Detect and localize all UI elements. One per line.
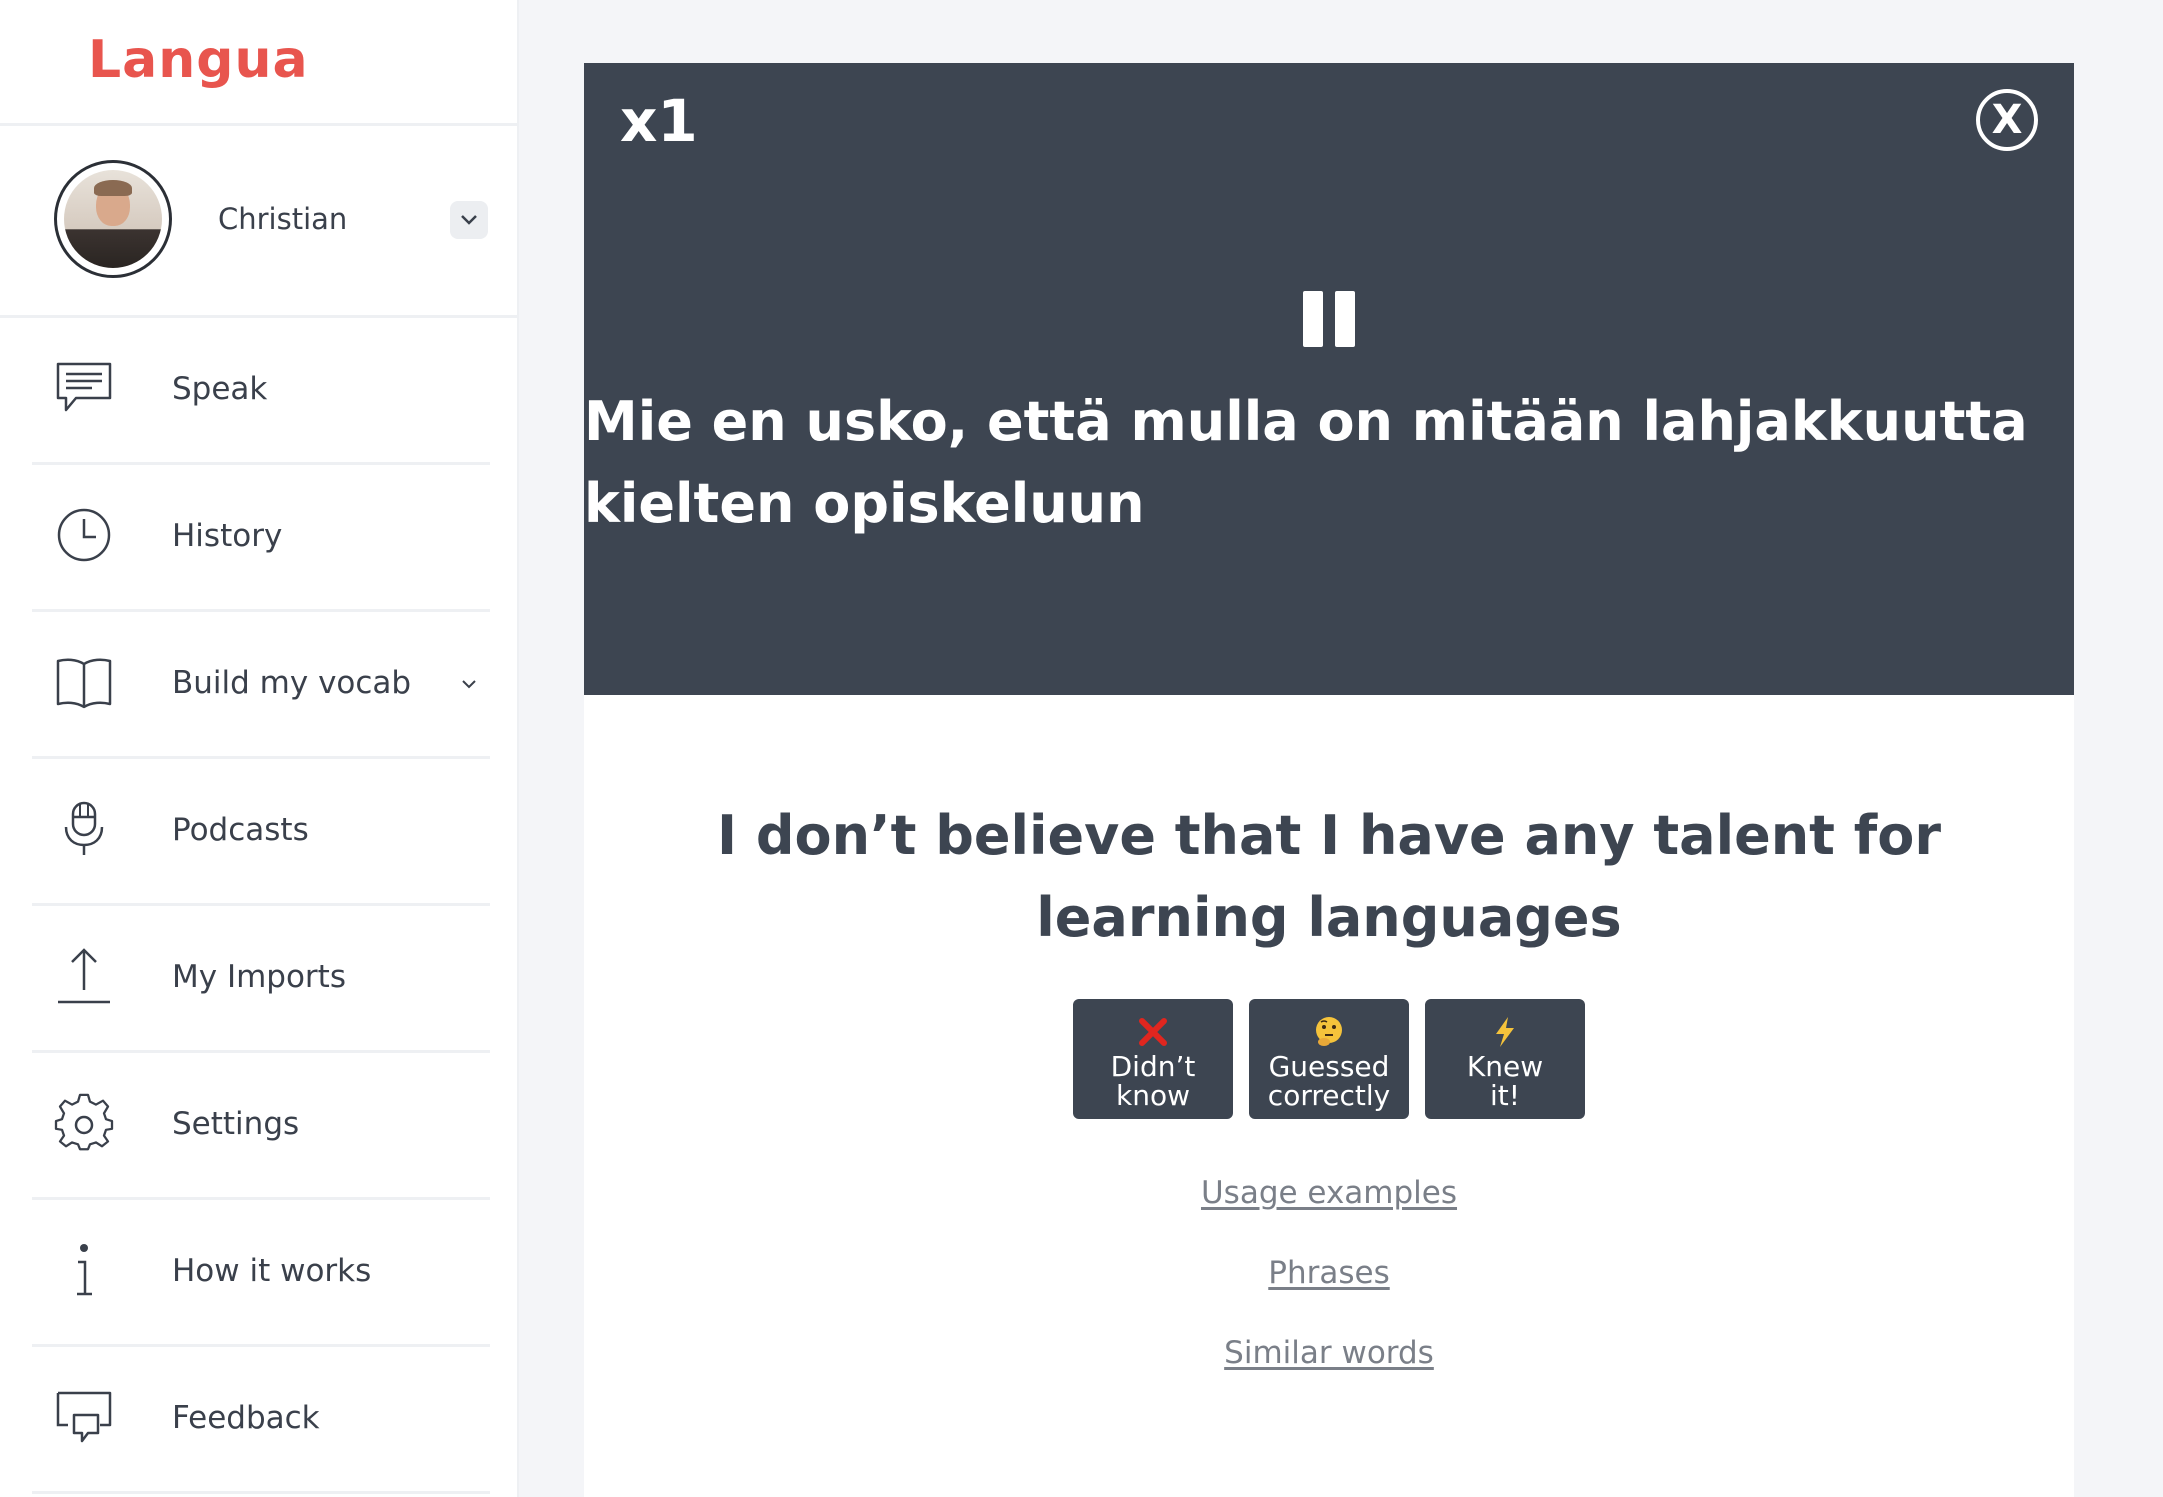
flashcard-back: I don’t believe that I have any talent f… <box>584 695 2074 1497</box>
info-icon <box>77 1244 92 1296</box>
sidebar-item-settings[interactable]: Settings <box>32 1053 490 1200</box>
user-menu[interactable]: Christian <box>0 126 517 318</box>
sidebar-item-label: My Imports <box>172 959 346 995</box>
sidebar-item-podcasts[interactable]: Podcasts <box>32 759 490 906</box>
similar-words-link[interactable]: Similar words <box>584 1333 2074 1373</box>
open-book-icon <box>56 658 112 709</box>
repetition-multiplier: x1 <box>620 87 698 155</box>
pause-icon[interactable] <box>1301 291 1357 347</box>
button-label: Knew <box>1466 1050 1544 1083</box>
sidebar-nav: Speak History Build my vocab Podcasts My… <box>32 318 490 1494</box>
sidebar-item-label: Build my vocab <box>172 665 412 701</box>
app-logo[interactable]: Langua <box>88 30 309 90</box>
lightning-icon <box>1496 1017 1514 1047</box>
close-icon: X <box>1991 97 2023 143</box>
chevron-down-icon[interactable] <box>459 674 479 694</box>
extra-links: Usage examples Phrases Similar words <box>584 1173 2074 1413</box>
button-label: Guessed <box>1268 1050 1390 1083</box>
flashcard-front: x1 X Mie en usko, että mulla on mitään l… <box>584 63 2074 695</box>
phrase-translation: I don’t believe that I have any talent f… <box>716 804 1942 949</box>
user-name: Christian <box>218 202 348 236</box>
feedback-icon <box>56 1391 112 1443</box>
sidebar-item-history[interactable]: History <box>32 465 490 612</box>
sidebar-item-label: History <box>172 518 283 554</box>
button-label: Didn’t <box>1110 1050 1196 1083</box>
microphone-icon <box>64 801 104 855</box>
guessed-correctly-button[interactable]: Guessed correctly <box>1249 999 1409 1119</box>
avatar[interactable] <box>54 160 172 278</box>
target-phrase: Mie en usko, että mulla on mitään lahjak… <box>584 390 2028 535</box>
sidebar-item-label: Podcasts <box>172 812 309 848</box>
sidebar-item-build-my-vocab[interactable]: Build my vocab <box>32 612 490 759</box>
button-label: it! <box>1490 1079 1520 1112</box>
didnt-know-button[interactable]: Didn’t know <box>1073 999 1233 1119</box>
sidebar: Langua Christian Speak History Build my … <box>0 0 519 1497</box>
sidebar-item-label: Settings <box>172 1106 300 1142</box>
phrases-link[interactable]: Phrases <box>584 1253 2074 1293</box>
sidebar-item-how-it-works[interactable]: How it works <box>32 1200 490 1347</box>
button-label: correctly <box>1267 1079 1391 1112</box>
sidebar-item-label: Feedback <box>172 1400 320 1436</box>
rating-buttons: Didn’t know Guessed correctly Knew it! <box>1073 999 1585 1119</box>
clock-icon <box>57 508 111 562</box>
sidebar-item-feedback[interactable]: Feedback <box>32 1347 490 1494</box>
sidebar-item-my-imports[interactable]: My Imports <box>32 906 490 1053</box>
chat-bubble-icon <box>56 362 112 412</box>
button-label: know <box>1116 1079 1190 1112</box>
gear-icon <box>54 1093 114 1151</box>
usage-examples-link[interactable]: Usage examples <box>584 1173 2074 1213</box>
sidebar-item-label: How it works <box>172 1253 372 1289</box>
red-cross-icon <box>1139 1018 1167 1046</box>
chevron-down-icon <box>461 215 477 225</box>
close-button[interactable]: X <box>1976 89 2038 151</box>
knew-it-button[interactable]: Knew it! <box>1425 999 1585 1119</box>
user-menu-toggle[interactable] <box>450 201 488 239</box>
thinking-face-icon <box>1316 1017 1342 1046</box>
avatar-photo <box>64 170 162 268</box>
upload-icon <box>58 948 110 1004</box>
sidebar-item-label: Speak <box>172 371 268 407</box>
logo-row: Langua <box>0 0 517 126</box>
sidebar-item-speak[interactable]: Speak <box>32 318 490 465</box>
